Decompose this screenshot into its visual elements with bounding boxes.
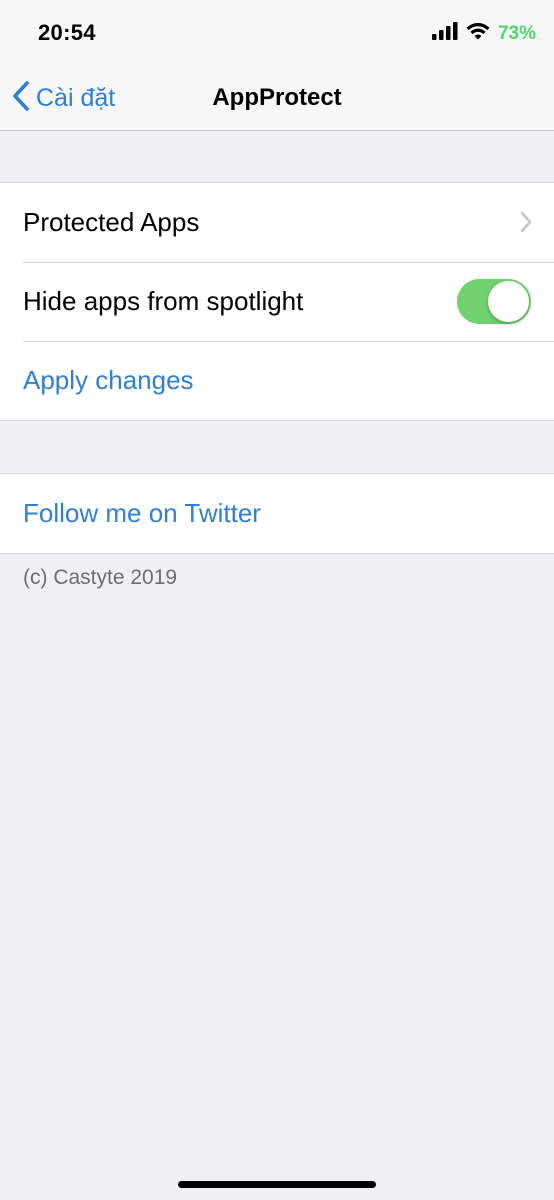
toggle-knob [488,281,529,322]
navigation-bar: Cài đặt AppProtect [0,70,554,131]
cellular-signal-icon [431,22,458,45]
wifi-icon [466,22,490,45]
home-indicator[interactable] [178,1181,376,1188]
apply-changes-label: Apply changes [23,365,194,395]
page-title: AppProtect [212,84,342,111]
status-time: 20:54 [38,20,96,45]
battery-percent: 73% [497,22,536,44]
twitter-row[interactable]: Follow me on Twitter [0,474,554,553]
settings-group-main: Protected Apps Hide apps from spotlight … [0,182,554,421]
hide-spotlight-toggle[interactable] [457,279,531,324]
status-bar: 20:54 73% [0,0,554,70]
copyright-footer: (c) Castyte 2019 [23,566,178,589]
status-indicators: 73% [431,22,536,45]
apply-changes-row[interactable]: Apply changes [0,341,554,420]
chevron-right-icon [520,211,532,238]
hide-spotlight-label: Hide apps from spotlight [23,286,304,316]
protected-apps-label: Protected Apps [23,207,200,237]
protected-apps-row[interactable]: Protected Apps [0,183,554,262]
settings-group-social: Follow me on Twitter [0,473,554,554]
twitter-label: Follow me on Twitter [23,498,261,528]
hide-spotlight-row: Hide apps from spotlight [0,262,554,341]
